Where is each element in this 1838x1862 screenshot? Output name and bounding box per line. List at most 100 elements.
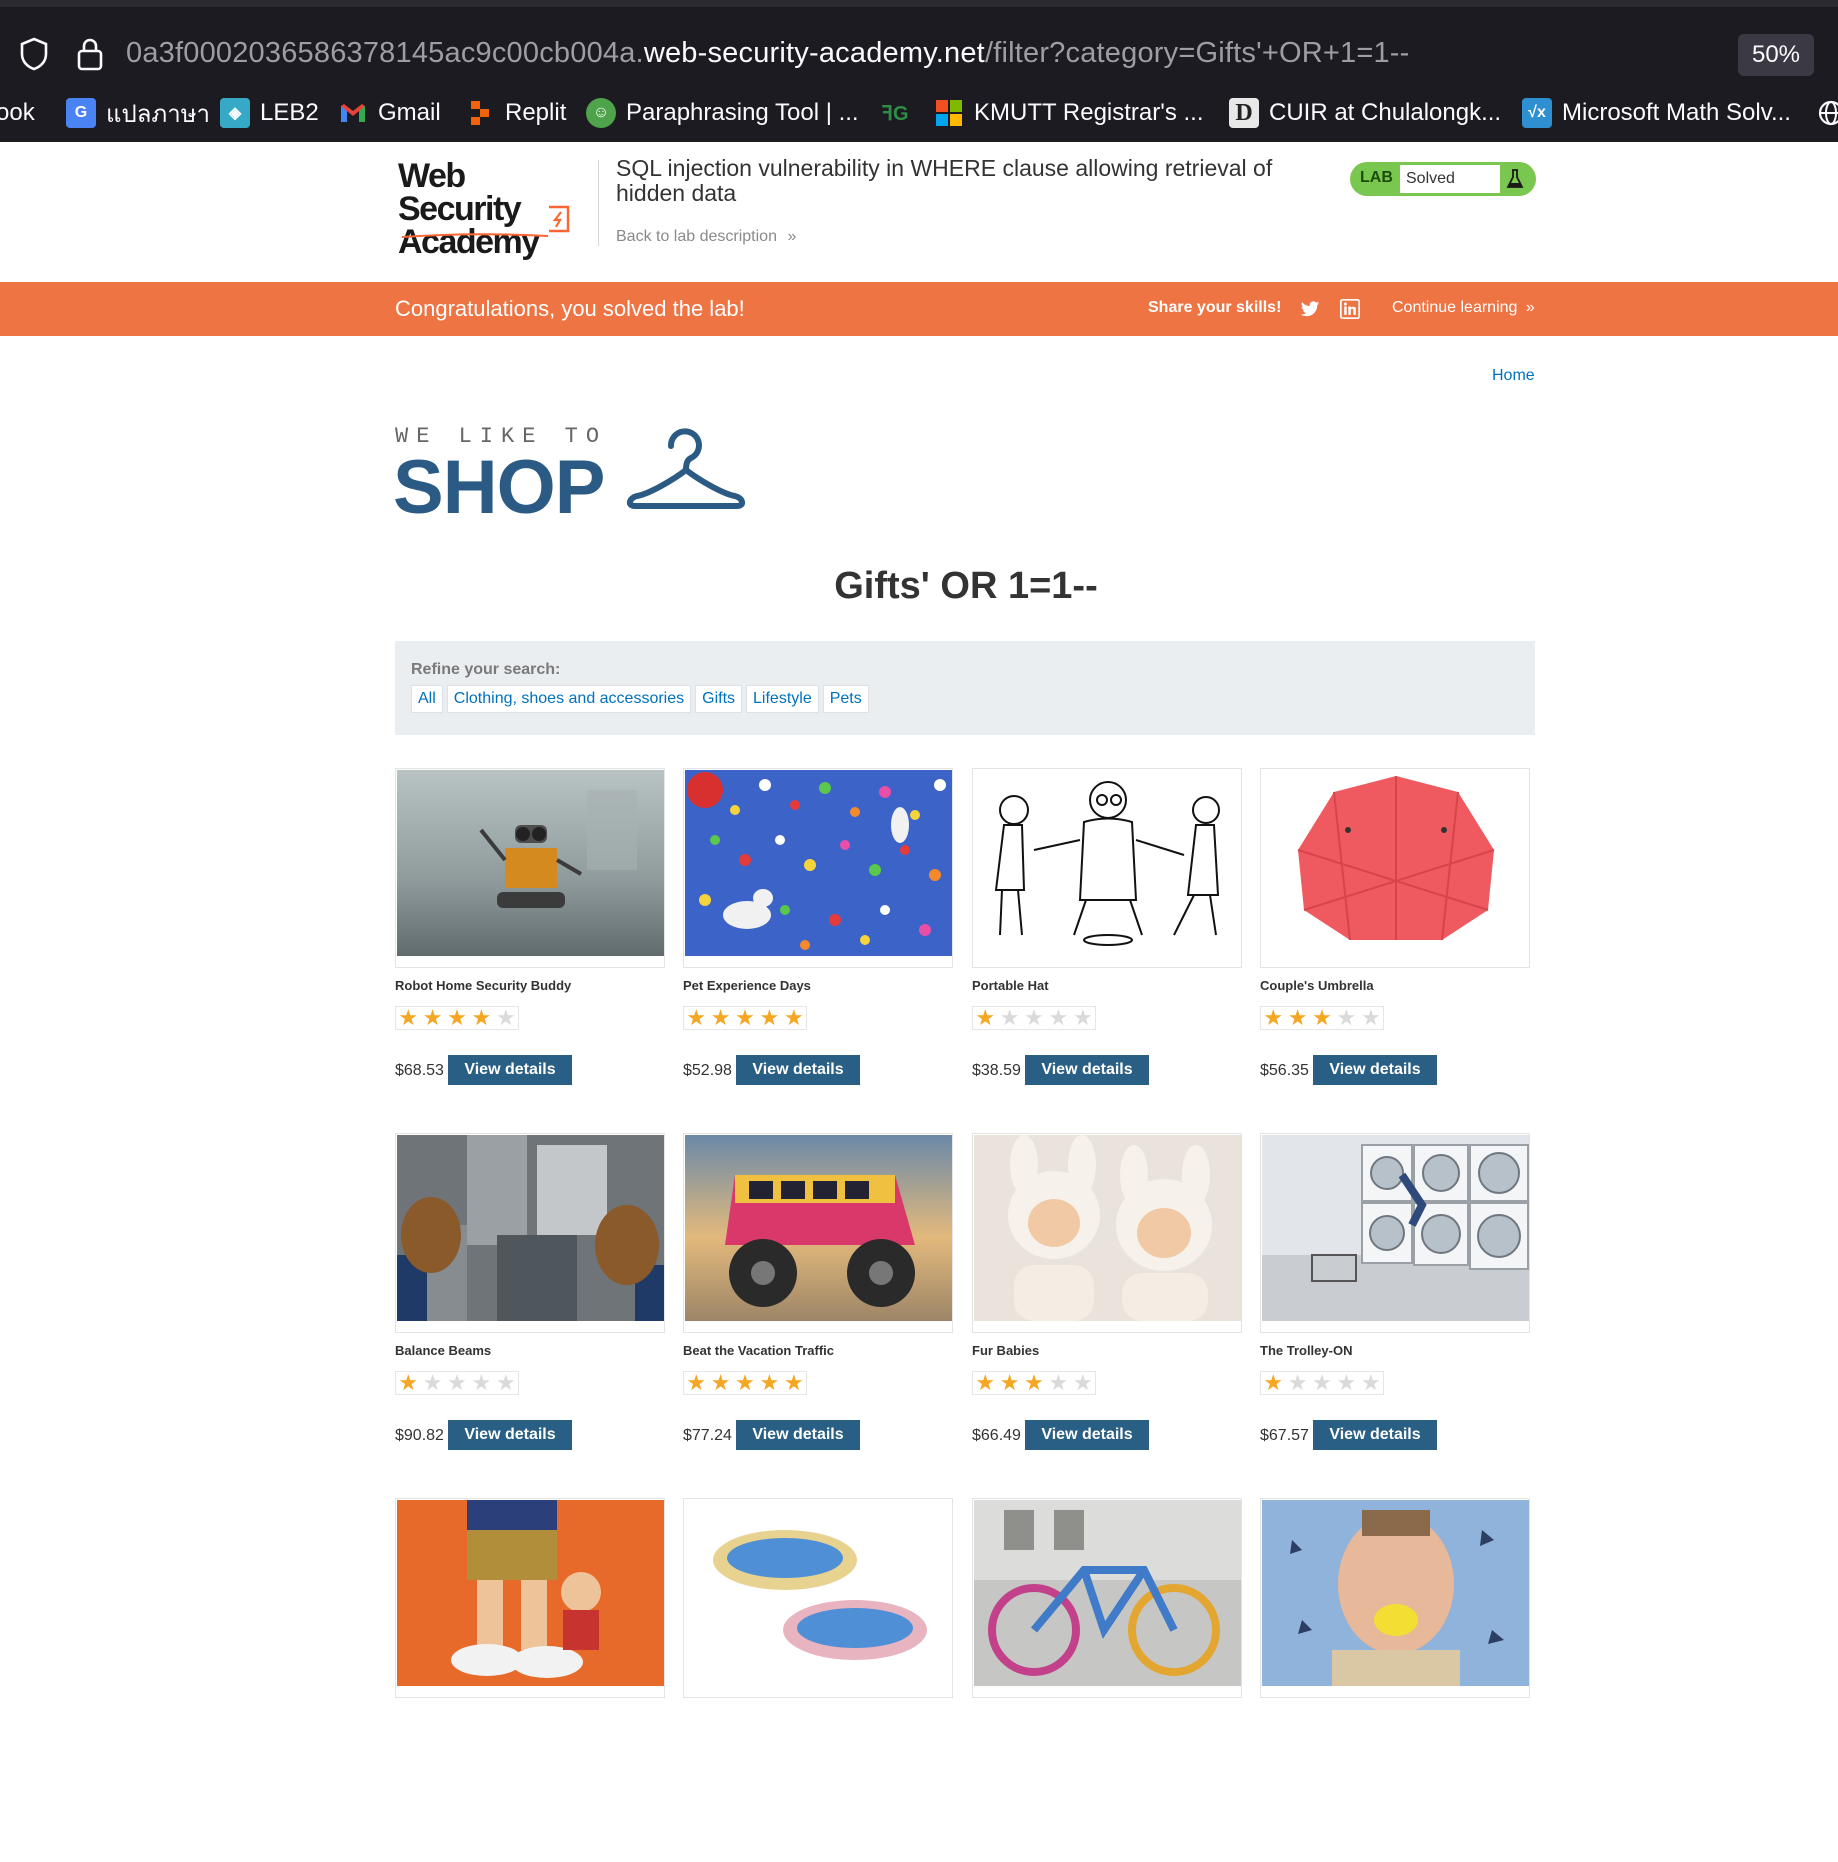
product-card: Pet Experience Days ★ ★ ★ ★ ★ $52.98 View de… [683,768,953,1132]
product-image-frame [395,768,665,968]
bookmark-globe[interactable] [1816,96,1838,130]
linkedin-icon[interactable] [1340,299,1360,319]
product-name: Balance Beams [395,1343,492,1358]
bookmark-quillbot[interactable]: ☺ Paraphrasing Tool | ... [586,96,859,130]
url-text[interactable]: 0a3f0002036586378145ac9c00cb004a.web-sec… [126,37,1410,70]
google-translate-icon: G [66,98,96,128]
web-security-academy-logo[interactable]: Web Security Academy [398,159,570,259]
filter-all[interactable]: All [411,685,443,713]
babies-image [974,1135,1241,1321]
bookmark-translate[interactable]: G แปลภาษา [66,96,210,130]
share-skills-label: Share your skills! [1148,299,1282,316]
star-filled-icon: ★ [735,1370,755,1395]
star-filled-icon: ★ [422,1005,443,1030]
lab-status-tag: LAB [1360,169,1393,186]
lock-icon[interactable] [74,36,106,72]
product-price: $52.98 [683,1062,732,1079]
rating-stars: ★ ★ ★ ★ ★ [972,1006,1096,1030]
bookmark-math-solver[interactable]: √x Microsoft Math Solv... [1522,96,1791,130]
star-filled-icon: ★ [783,1005,804,1030]
product-name: Portable Hat [972,978,1049,993]
twitter-icon[interactable] [1300,299,1320,319]
bookmark-gmail[interactable]: Gmail [338,96,441,130]
knitted-bike-image [974,1500,1241,1686]
rating-stars: ★ ★ ★ ★ ★ [683,1006,807,1030]
bookmark-kmutt[interactable]: KMUTT Registrar's ... [934,96,1204,130]
star-filled-icon: ★ [975,1005,996,1030]
star-empty-icon: ★ [1024,1005,1044,1030]
view-details-button[interactable]: View details [1313,1420,1437,1450]
view-details-button[interactable]: View details [448,1055,572,1085]
star-filled-icon: ★ [398,1370,419,1395]
star-filled-icon: ★ [1263,1370,1284,1395]
product-card: Couple's Umbrella ★ ★ ★ ★ ★ $56.35 View deta… [1260,768,1530,1132]
rating-stars: ★ ★ ★ ★ ★ [395,1371,519,1395]
bookmark-leb2[interactable]: ◈ LEB2 [220,96,319,130]
bookmark-label: ook [0,99,35,126]
leb2-icon: ◈ [220,98,250,128]
star-filled-icon: ★ [975,1370,996,1395]
product-name: The Trolley-ON [1260,1343,1353,1358]
product-image-frame [1260,768,1530,968]
star-filled-icon: ★ [735,1005,755,1030]
continue-learning-label: Continue learning [1392,299,1518,316]
star-filled-icon: ★ [710,1005,731,1030]
view-details-button[interactable]: View details [736,1420,860,1450]
view-details-button[interactable]: View details [1025,1420,1149,1450]
product-card: The Trolley-ON ★ ★ ★ ★ ★ $67.57 View details [1260,1133,1530,1497]
filter-gifts[interactable]: Gifts [695,685,743,713]
star-filled-icon: ★ [999,1370,1020,1395]
product-price: $90.82 [395,1427,444,1444]
product-name: Beat the Vacation Traffic [683,1343,834,1358]
product-name: Pet Experience Days [683,978,811,993]
star-empty-icon: ★ [999,1005,1020,1030]
star-empty-icon: ★ [1287,1370,1308,1395]
star-filled-icon: ★ [1263,1005,1284,1030]
address-bar[interactable]: 0a3f0002036586378145ac9c00cb004a.web-sec… [0,10,1838,80]
lab-status-text: Solved [1400,165,1500,193]
star-filled-icon: ★ [447,1005,467,1030]
product-image-frame [1260,1133,1530,1333]
product-image-frame [395,1498,665,1698]
view-details-button[interactable]: View details [448,1420,572,1450]
filter-clothing[interactable]: Clothing, shoes and accessories [446,685,692,713]
view-details-button[interactable]: View details [1025,1055,1149,1085]
product-price: $67.57 [1260,1427,1309,1444]
bookmark-facebook[interactable]: ook [0,96,35,130]
star-empty-icon: ★ [495,1370,516,1395]
back-to-lab-description-link[interactable]: Back to lab description » [616,228,796,246]
robot-image [397,770,664,956]
bookmark-geeksforgeeks[interactable]: ꟻG [880,96,920,130]
star-filled-icon: ★ [1312,1005,1332,1030]
view-details-button[interactable]: View details [736,1055,860,1085]
bookmark-label: CUIR at Chulalongk... [1269,99,1502,126]
product-price: $68.53 [395,1062,444,1079]
star-filled-icon: ★ [471,1005,492,1030]
quillbot-icon: ☺ [586,98,616,128]
umbrella-image [1262,770,1529,956]
filter-pets[interactable]: Pets [822,685,869,713]
star-empty-icon: ★ [422,1370,443,1395]
view-details-button[interactable]: View details [1313,1055,1437,1085]
category-filter-list: All Clothing, shoes and accessories Gift… [411,685,869,713]
replit-icon [471,101,489,125]
hanger-icon [627,428,745,509]
filter-lifestyle[interactable]: Lifestyle [746,685,819,713]
double-chevron-right-icon: » [1525,299,1535,316]
refine-search-label: Refine your search: [411,661,561,678]
star-filled-icon: ★ [759,1370,780,1395]
shop-logo[interactable]: WE LIKE TO SHOP [393,424,755,534]
tracking-shield-icon[interactable] [18,36,50,72]
bookmark-replit[interactable]: Replit [465,96,566,130]
star-filled-icon: ★ [710,1370,731,1395]
bookmark-cuir[interactable]: D CUIR at Chulalongk... [1229,96,1501,130]
continue-learning-link[interactable]: Continue learning » [1392,299,1535,317]
rating-stars: ★ ★ ★ ★ ★ [395,1006,519,1030]
bookmark-label: KMUTT Registrar's ... [974,99,1204,126]
rating-stars: ★ ★ ★ ★ ★ [683,1371,807,1395]
product-image-frame [683,1498,953,1698]
home-link[interactable]: Home [1492,367,1535,385]
shop-word: SHOP [393,445,605,530]
logo-underline [401,233,549,238]
zoom-level-button[interactable]: 50% [1738,34,1814,76]
